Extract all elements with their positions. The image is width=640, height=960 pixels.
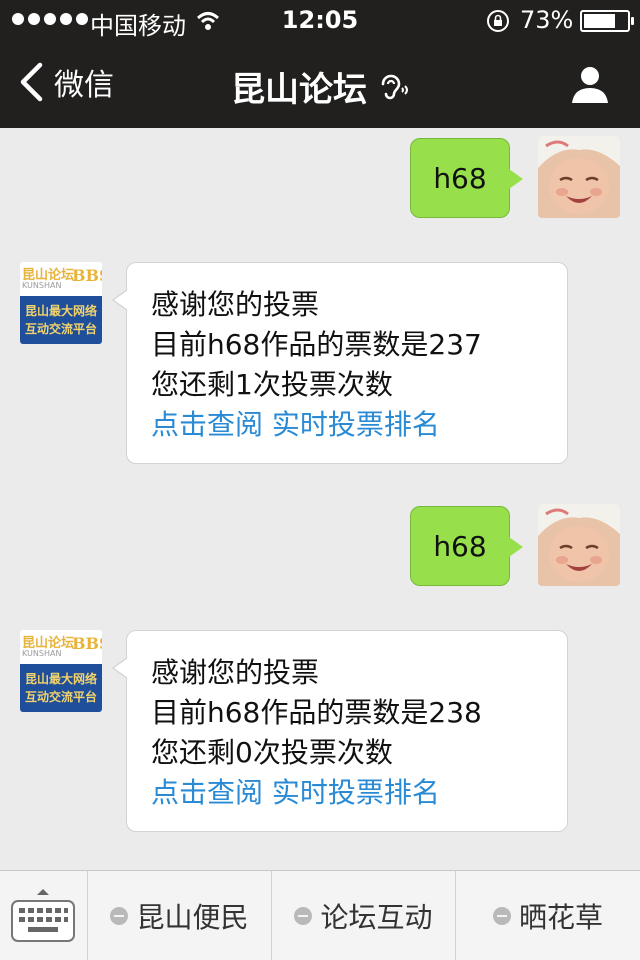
status-bar: 中国移动 12:05 73%: [0, 0, 640, 40]
message-links: 点击查阅 实时投票排名: [151, 405, 545, 445]
bot-tagline-2: 互动交流平台: [25, 690, 98, 704]
menu-item-bianmin[interactable]: 昆山便民: [88, 871, 272, 960]
bot-brand-en: KUNSHAN: [22, 649, 62, 658]
incoming-bubble: 感谢您的投票 目前h68作品的票数是238 您还剩0次投票次数 点击查阅 实时投…: [112, 630, 568, 832]
keyboard-toggle-button[interactable]: [0, 871, 88, 960]
bot-brand-en: KUNSHAN: [22, 281, 62, 290]
message-text: h68: [433, 529, 487, 563]
keyboard-icon: [11, 889, 75, 942]
message-line: 目前h68作品的票数是237: [151, 328, 482, 361]
message-outgoing: h68: [0, 496, 640, 596]
ranking-link[interactable]: 实时投票排名: [272, 776, 440, 809]
incoming-bubble: 感谢您的投票 目前h68作品的票数是237 您还剩1次投票次数 点击查阅 实时投…: [112, 262, 568, 464]
chat-area[interactable]: h68 昆山论坛 KUNSHAN BB 昆山最大网络 互动交流平台 感谢您的投票…: [0, 128, 640, 870]
menu-item-hudong[interactable]: 论坛互动: [272, 871, 456, 960]
message-line: 目前h68作品的票数是238: [151, 696, 482, 729]
rotation-lock-icon: [487, 10, 509, 32]
outgoing-bubble[interactable]: h68: [410, 506, 523, 586]
person-icon[interactable]: [570, 64, 610, 104]
menu-dot-icon: [110, 907, 129, 925]
bot-avatar-tagline: 昆山最大网络 互动交流平台: [20, 664, 102, 712]
bot-tagline-1: 昆山最大网络: [25, 672, 98, 686]
bot-avatar-header: 昆山论坛 KUNSHAN BBS: [20, 630, 102, 664]
menu-dot-icon: [492, 907, 511, 925]
battery-icon: [580, 10, 634, 32]
message-incoming: 昆山论坛 KUNSHAN BBS 昆山最大网络 互动交流平台 感谢您的投票 目前…: [0, 626, 640, 836]
message-line: 感谢您的投票: [151, 288, 320, 321]
message-incoming: 昆山论坛 KUNSHAN BBS 昆山最大网络 互动交流平台 感谢您的投票 目前…: [0, 258, 640, 468]
top-bar: 中国移动 12:05 73% 微信 昆山论坛: [0, 0, 640, 128]
baby-photo-icon: [538, 504, 620, 586]
ear-icon: [381, 74, 408, 99]
navigation-bar: 微信 昆山论坛: [0, 40, 640, 128]
outgoing-bubble[interactable]: h68: [410, 138, 523, 218]
view-link[interactable]: 点击查阅: [151, 776, 263, 809]
user-avatar[interactable]: [538, 136, 620, 218]
ranking-link[interactable]: 实时投票排名: [272, 408, 440, 441]
battery-percent: 73%: [520, 6, 574, 34]
page-title: 昆山论坛: [231, 70, 367, 110]
bot-avatar-tagline: 昆山最大网络 互动交流平台: [20, 296, 102, 344]
bot-avatar[interactable]: 昆山论坛 KUNSHAN BBS 昆山最大网络 互动交流平台: [20, 630, 102, 712]
bot-tagline-1: 昆山最大网络: [25, 304, 98, 318]
message-line: 您还剩1次投票次数: [151, 368, 393, 401]
bottom-menu: 昆山便民 论坛互动 晒花草: [0, 870, 640, 960]
chat-screen: 中国移动 12:05 73% 微信 昆山论坛 h68 昆山论坛 KUNSHAN …: [0, 0, 640, 960]
bot-avatar-header: 昆山论坛 KUNSHAN BBS: [20, 262, 102, 296]
message-outgoing: h68: [0, 128, 640, 228]
battery-level: [584, 14, 615, 28]
bot-bbs: BBS: [72, 634, 102, 653]
message-links: 点击查阅 实时投票排名: [151, 773, 545, 813]
user-avatar[interactable]: [538, 504, 620, 586]
bot-bbs: BBS: [72, 266, 102, 285]
bot-avatar[interactable]: 昆山论坛 KUNSHAN BBS 昆山最大网络 互动交流平台: [20, 262, 102, 344]
menu-dot-icon: [294, 907, 313, 925]
menu-item-label: 论坛互动: [320, 901, 433, 934]
baby-photo-icon: [538, 136, 620, 218]
message-line: 您还剩0次投票次数: [151, 736, 393, 769]
title-area: 昆山论坛: [0, 62, 640, 111]
menu-item-label: 晒花草: [518, 901, 603, 934]
message-line: 感谢您的投票: [151, 656, 320, 689]
menu-item-huacao[interactable]: 晒花草: [456, 871, 640, 960]
bot-tagline-2: 互动交流平台: [25, 322, 98, 336]
menu-item-label: 昆山便民: [136, 901, 249, 934]
message-text: h68: [433, 161, 487, 195]
view-link[interactable]: 点击查阅: [151, 408, 263, 441]
